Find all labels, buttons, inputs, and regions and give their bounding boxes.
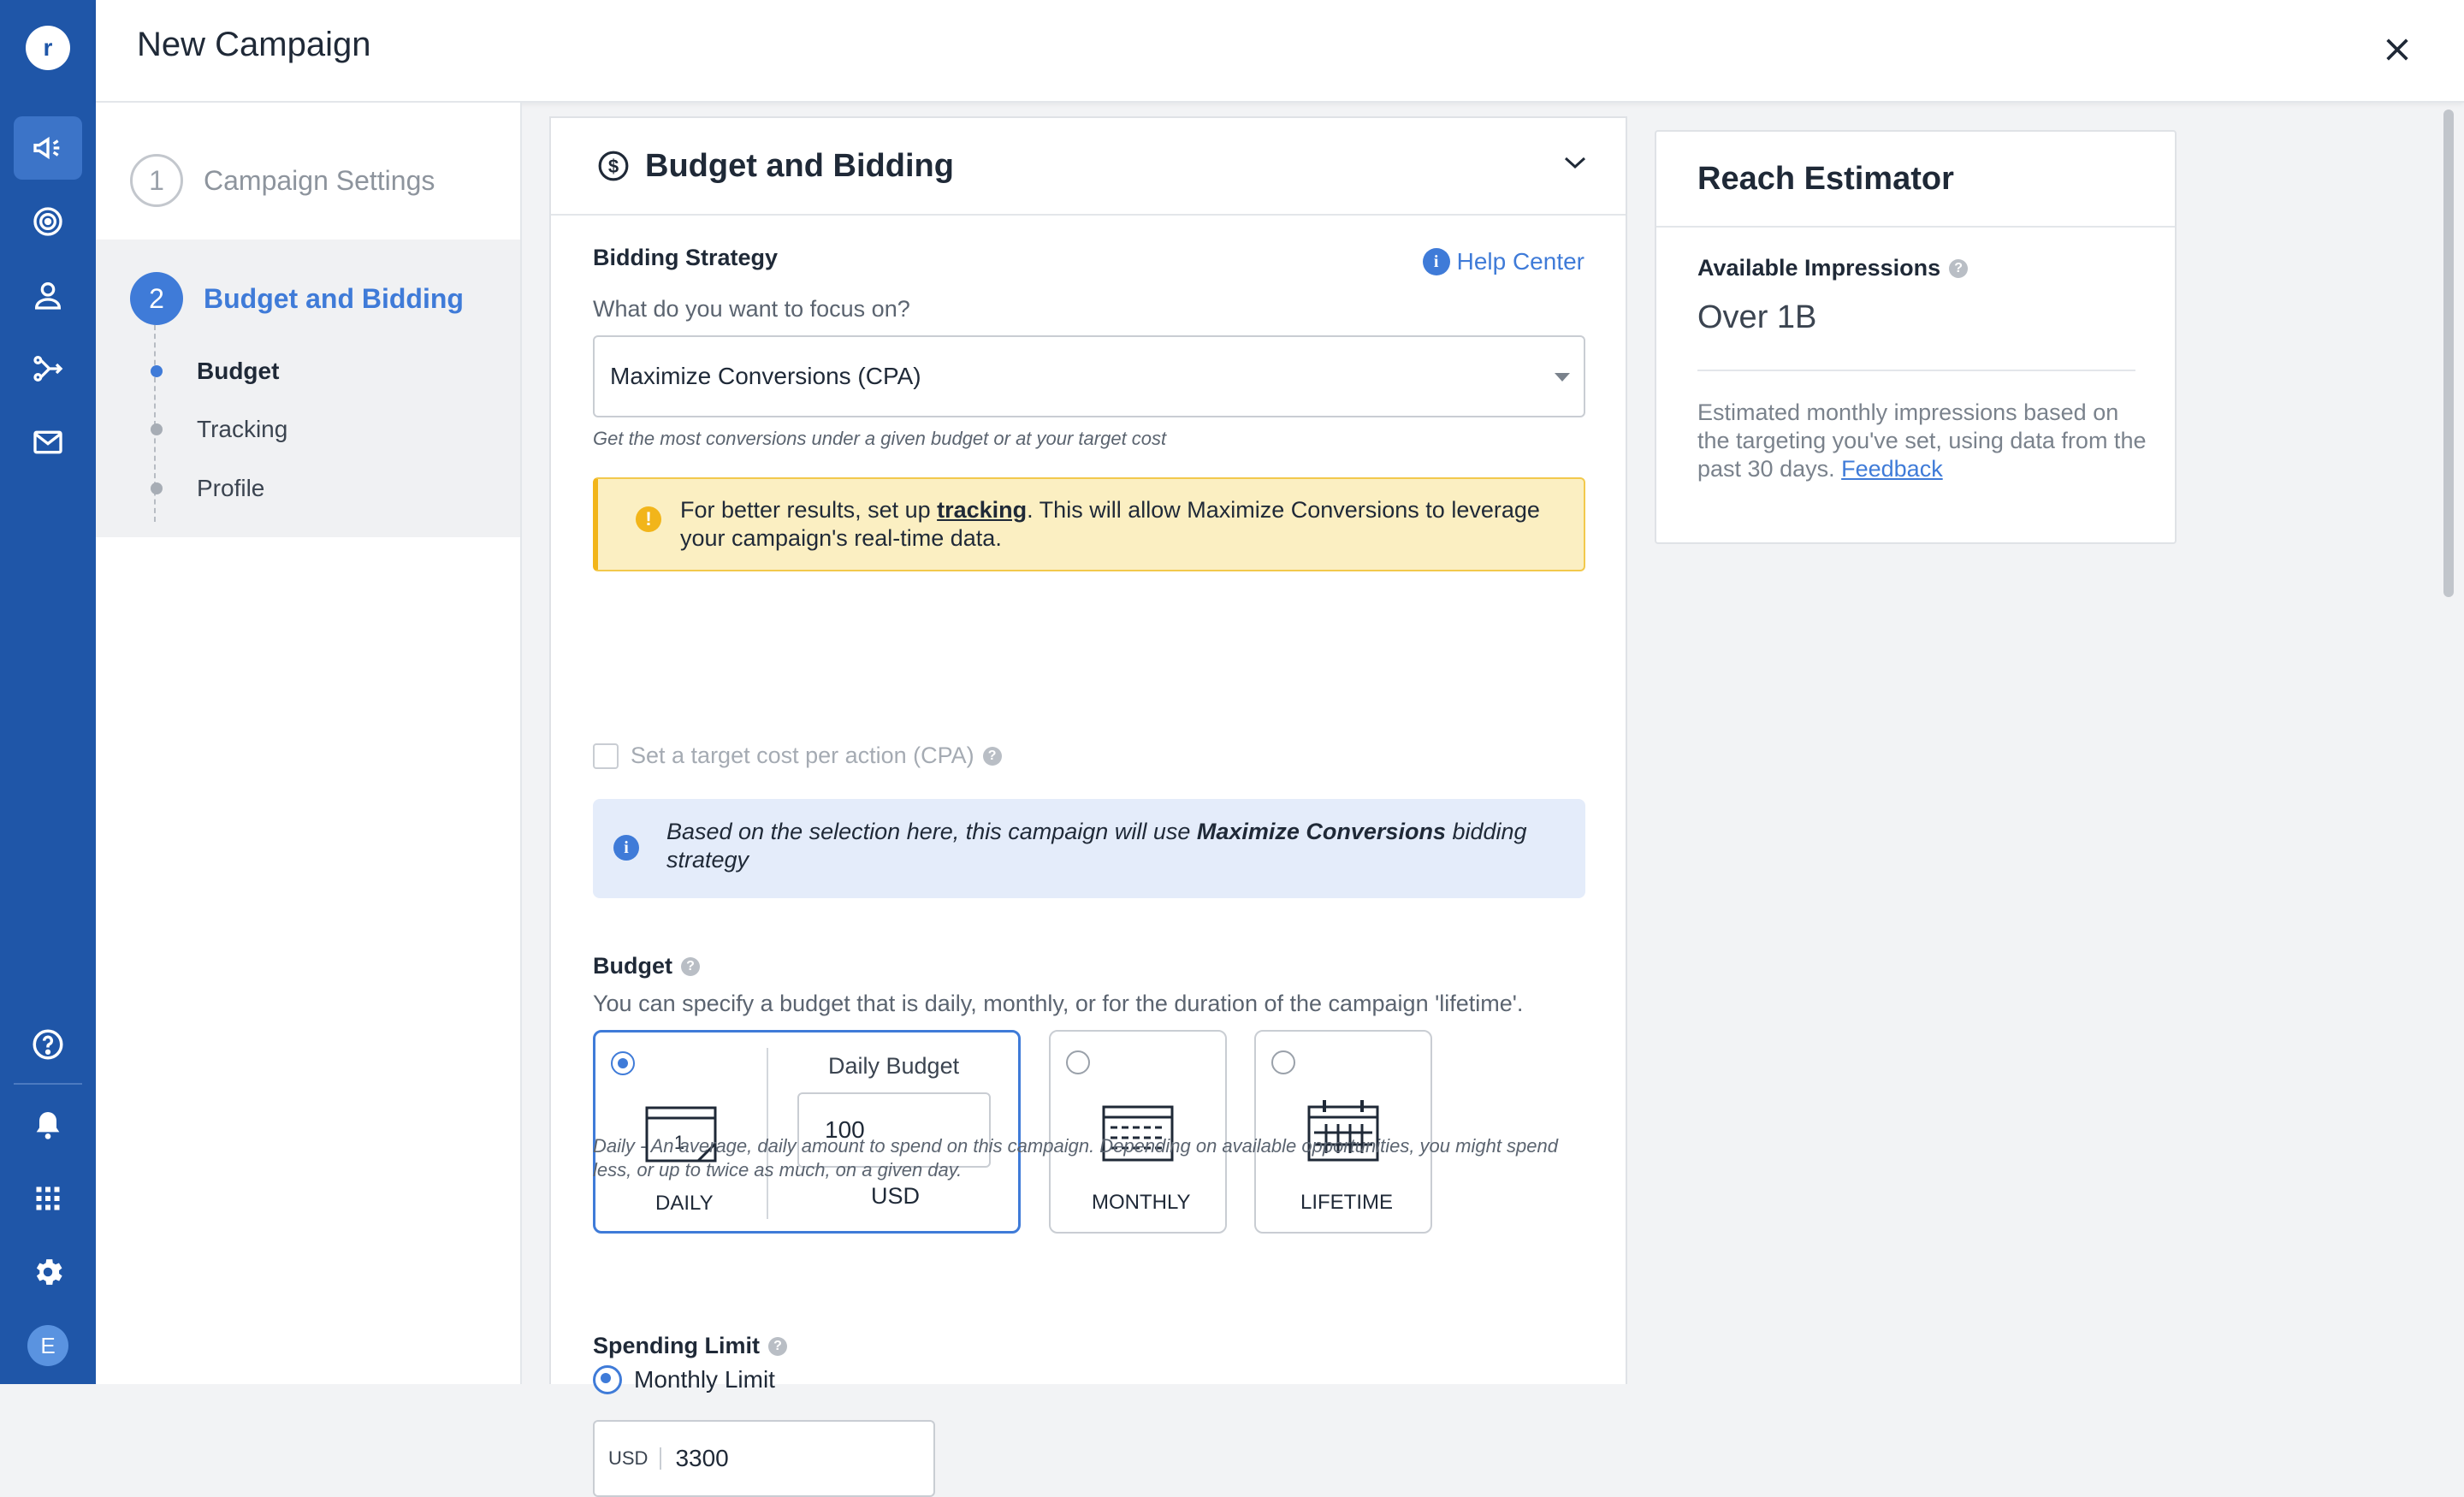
- target-cost-checkbox[interactable]: [593, 743, 619, 769]
- step-number: 2: [130, 272, 183, 325]
- card-title: Budget and Bidding: [645, 147, 954, 184]
- impressions-label: Available Impressions: [1697, 255, 1941, 281]
- gear-icon[interactable]: [14, 1240, 82, 1304]
- monthly-limit-radio[interactable]: [593, 1365, 622, 1394]
- audiences-icon[interactable]: [14, 190, 82, 253]
- substep-tracking[interactable]: Tracking: [151, 416, 287, 443]
- warning-text: For better results, set up tracking. Thi…: [680, 497, 1540, 551]
- checkbox-label: Set a target cost per action (CPA): [631, 743, 974, 768]
- avatar[interactable]: E: [27, 1325, 68, 1366]
- info-text: Based on the selection here, this campai…: [666, 819, 1527, 873]
- bidding-info-box: i Based on the selection here, this camp…: [593, 799, 1585, 898]
- left-rail: r E: [0, 0, 96, 1384]
- help-icon[interactable]: [14, 1013, 82, 1076]
- reach-title: Reach Estimator: [1656, 132, 2175, 228]
- tracking-link[interactable]: tracking: [937, 497, 1027, 523]
- limit-currency: USD: [608, 1447, 662, 1470]
- help-center-label: Help Center: [1456, 248, 1584, 275]
- dollar-circle-icon: $: [598, 151, 629, 181]
- caret-down-icon: [1555, 373, 1570, 382]
- strategy-hint: Get the most conversions under a given b…: [593, 428, 1167, 449]
- option-divider: [767, 1048, 768, 1219]
- question-icon[interactable]: ?: [768, 1336, 787, 1356]
- brand-logo[interactable]: r: [26, 26, 70, 70]
- limit-value: 3300: [675, 1445, 729, 1471]
- bidding-strategy-select[interactable]: Maximize Conversions (CPA): [593, 335, 1585, 417]
- daily-budget-option[interactable]: 1 DAILY Daily Budget 100 USD: [593, 1030, 1021, 1234]
- close-icon: [2386, 38, 2408, 61]
- info-icon: i: [1422, 248, 1450, 275]
- info-icon: i: [613, 835, 639, 861]
- reach-divider: [1697, 370, 2135, 371]
- daily-label: DAILY: [655, 1192, 714, 1215]
- reach-estimator-card: Reach Estimator Available Impressions ? …: [1655, 130, 2177, 544]
- bidding-strategy-label: Bidding Strategy: [593, 245, 779, 270]
- question-icon[interactable]: ?: [680, 956, 700, 976]
- step-campaign-settings[interactable]: 1 Campaign Settings: [130, 154, 435, 207]
- chevron-down-icon[interactable]: [1562, 154, 1588, 171]
- top-bar: New Campaign: [96, 0, 2464, 103]
- lifetime-label: LIFETIME: [1300, 1191, 1394, 1214]
- spending-limit-heading: Spending Limit ?: [593, 1333, 787, 1359]
- budget-label: Budget: [593, 953, 672, 979]
- feedback-link[interactable]: Feedback: [1841, 456, 1943, 482]
- substep-label: Profile: [197, 475, 265, 501]
- monthly-limit-input[interactable]: USD 3300: [593, 1420, 935, 1497]
- daily-radio[interactable]: [611, 1051, 635, 1075]
- scrollbar-thumb[interactable]: [2443, 109, 2454, 597]
- card-header[interactable]: $ Budget and Bidding: [551, 118, 1626, 216]
- impressions-heading: Available Impressions ?: [1697, 255, 1969, 281]
- rail-divider: [14, 1083, 82, 1085]
- substep-label: Budget: [197, 358, 280, 384]
- user-avatar[interactable]: E: [14, 1314, 82, 1377]
- monthly-radio[interactable]: [1066, 1050, 1090, 1074]
- monthly-budget-option[interactable]: MONTHLY: [1049, 1030, 1227, 1234]
- conversions-icon[interactable]: [14, 337, 82, 400]
- steps-panel: 1 Campaign Settings 2 Budget and Bidding…: [96, 103, 522, 1384]
- currency-label: USD: [871, 1183, 921, 1209]
- step-number: 1: [130, 154, 183, 207]
- campaigns-icon[interactable]: [14, 116, 82, 180]
- budget-heading: Budget ?: [593, 953, 700, 979]
- monthly-limit-option[interactable]: Monthly Limit: [593, 1365, 775, 1394]
- budget-description: You can specify a budget that is daily, …: [593, 991, 1524, 1016]
- daily-budget-label: Daily Budget: [828, 1053, 960, 1079]
- budget-bidding-card: $ Budget and Bidding Bidding Strategy i …: [549, 116, 1627, 1497]
- reach-note: Estimated monthly impressions based on t…: [1697, 399, 2147, 482]
- substep-dot: [151, 482, 163, 494]
- monthly-label: MONTHLY: [1092, 1191, 1191, 1214]
- substep-dot: [151, 423, 163, 435]
- daily-note: Daily - An average, daily amount to spen…: [593, 1135, 1558, 1180]
- lifetime-radio[interactable]: [1271, 1050, 1295, 1074]
- question-icon[interactable]: ?: [982, 746, 1002, 766]
- impressions-value: Over 1B: [1697, 299, 1817, 335]
- close-button[interactable]: [2373, 26, 2421, 74]
- select-value: Maximize Conversions (CPA): [610, 363, 921, 389]
- substep-dot: [151, 365, 163, 377]
- page-title: New Campaign: [137, 26, 371, 63]
- page-scrollbar[interactable]: [2442, 106, 2455, 1384]
- focus-question: What do you want to focus on?: [593, 296, 910, 322]
- lifetime-budget-option[interactable]: LIFETIME: [1254, 1030, 1432, 1234]
- substep-profile[interactable]: Profile: [151, 475, 264, 502]
- step-label: Campaign Settings: [204, 164, 435, 196]
- warning-icon: !: [636, 506, 661, 532]
- substep-label: Tracking: [197, 416, 288, 442]
- svg-text:$: $: [608, 156, 619, 177]
- substep-budget[interactable]: Budget: [151, 358, 279, 385]
- target-cost-option[interactable]: Set a target cost per action (CPA) ?: [593, 743, 1002, 769]
- step-budget-and-bidding[interactable]: 2 Budget and Bidding Budget Tracking Pro…: [96, 240, 520, 537]
- spending-limit-label: Spending Limit: [593, 1333, 760, 1358]
- bell-icon[interactable]: [14, 1093, 82, 1157]
- apps-grid-icon[interactable]: [14, 1167, 82, 1230]
- step-label: Budget and Bidding: [204, 282, 464, 314]
- tracking-warning: ! For better results, set up tracking. T…: [593, 477, 1585, 571]
- monthly-limit-label: Monthly Limit: [634, 1366, 775, 1393]
- mail-icon[interactable]: [14, 411, 82, 474]
- users-icon[interactable]: [14, 263, 82, 327]
- help-center-link[interactable]: i Help Center: [1422, 248, 1584, 275]
- question-icon[interactable]: ?: [1949, 258, 1969, 278]
